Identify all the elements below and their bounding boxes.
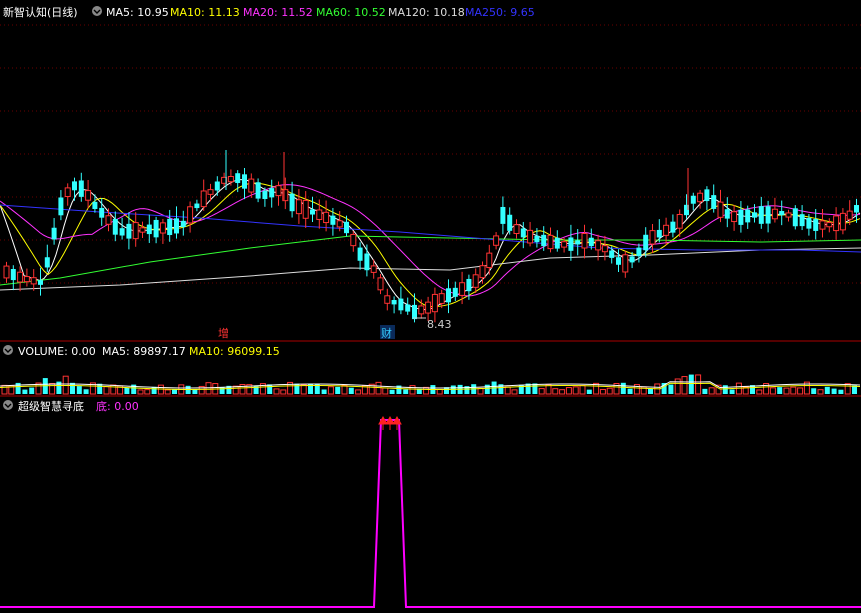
volume-ma5-label: MA5: 89897.17 — [102, 345, 186, 358]
low-price-label: 8.43 — [427, 318, 452, 331]
chevron-down-icon[interactable] — [92, 6, 102, 16]
volume-panel-header: VOLUME: 0.00 MA5: 89897.17 MA10: 96099.1… — [3, 345, 280, 358]
ma120-label: MA120: 10.18 — [388, 6, 465, 19]
ma5-label: MA5: 10.95 — [106, 6, 169, 19]
bottom-signal — [0, 415, 861, 608]
stock-chart[interactable]: 新智认知(日线) MA5: 10.95 MA10: 11.13 MA20: 11… — [0, 0, 861, 613]
chevron-down-icon[interactable] — [3, 345, 13, 355]
chevron-down-icon[interactable] — [3, 400, 13, 410]
ma250-label: MA250: 9.65 — [465, 6, 535, 19]
volume-label: VOLUME: 0.00 — [18, 345, 96, 358]
marker-cai[interactable]: 财 — [381, 326, 392, 340]
bottom-panel-header: 超级智慧寻底 底: 0.00 — [3, 399, 139, 413]
signal-line — [0, 419, 861, 608]
volume-bars — [0, 374, 861, 395]
indicator-title: 超级智慧寻底 — [18, 399, 84, 413]
ma60-label: MA60: 10.52 — [316, 6, 386, 19]
volume-ma10-label: MA10: 96099.15 — [189, 345, 280, 358]
indicator-value: 底: 0.00 — [96, 399, 139, 413]
candlesticks — [3, 150, 859, 323]
event-markers: 增 财 — [218, 325, 395, 340]
marker-zeng[interactable]: 增 — [218, 326, 229, 340]
price-panel-header: 新智认知(日线) MA5: 10.95 MA10: 11.13 MA20: 11… — [3, 5, 535, 19]
ma20-label: MA20: 11.52 — [243, 6, 313, 19]
low-price-annotation: 8.43 — [413, 317, 452, 331]
ma10-label: MA10: 11.13 — [170, 6, 240, 19]
stock-title: 新智认知(日线) — [3, 5, 78, 19]
signal-arrows — [378, 415, 402, 430]
